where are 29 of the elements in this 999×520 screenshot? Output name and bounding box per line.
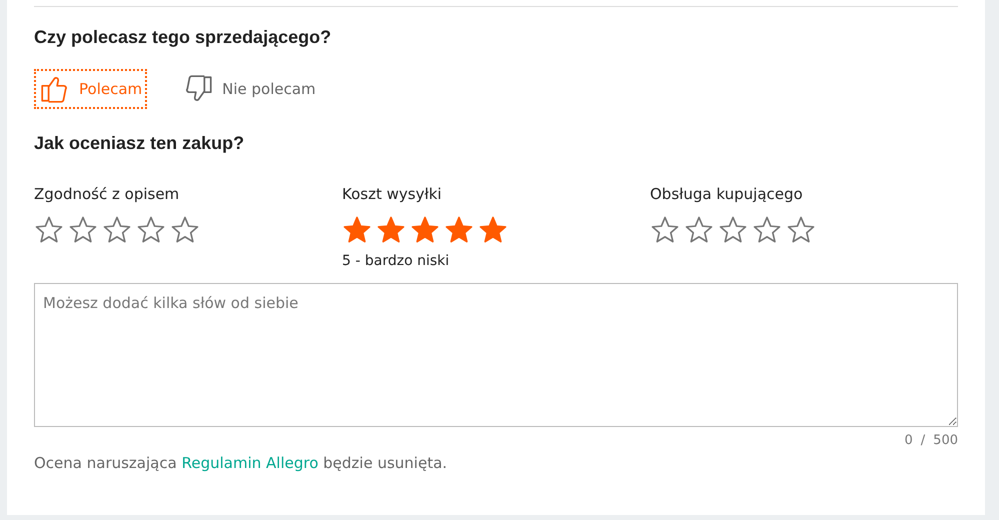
rating-caption: 5 - bardzo niski bbox=[342, 253, 450, 269]
star-icon[interactable] bbox=[102, 215, 132, 245]
criterion-label: Koszt wysyłki bbox=[342, 185, 443, 203]
star-icon[interactable] bbox=[478, 215, 508, 245]
section-heading: Jak oceniasz ten zakup? bbox=[34, 133, 246, 154]
star-icon[interactable] bbox=[786, 215, 816, 245]
terms-link[interactable]: Regulamin Allegro bbox=[182, 454, 318, 472]
star-icon[interactable] bbox=[684, 215, 714, 245]
character-limit: 500 bbox=[933, 433, 958, 448]
star-icon[interactable] bbox=[376, 215, 406, 245]
criterion-label: Zgodność z opisem bbox=[34, 185, 180, 203]
star-icon[interactable] bbox=[444, 215, 474, 245]
count-separator: / bbox=[920, 433, 926, 448]
star-icon[interactable] bbox=[718, 215, 748, 245]
character-count: 0 bbox=[904, 433, 913, 448]
star-icon[interactable] bbox=[752, 215, 782, 245]
comment-field[interactable]: Możesz dodać kilka słów od siebie bbox=[34, 283, 958, 427]
star-icon[interactable] bbox=[650, 215, 680, 245]
star-icon[interactable] bbox=[410, 215, 440, 245]
star-icon[interactable] bbox=[136, 215, 166, 245]
star-icon[interactable] bbox=[170, 215, 200, 245]
star-icon[interactable] bbox=[342, 215, 372, 245]
criterion-label: Obsługa kupującego bbox=[650, 185, 804, 203]
recommend-option[interactable]: Polecam bbox=[34, 69, 148, 109]
section-heading: Czy polecasz tego sprzedającego? bbox=[34, 27, 332, 48]
notice-text: Ocena naruszająca Regulamin Allegro będzie usunięta. bbox=[34, 454, 448, 472]
star-icon[interactable] bbox=[68, 215, 98, 245]
star-icon[interactable] bbox=[34, 215, 64, 245]
recommend-option[interactable]: Nie polecam bbox=[177, 69, 321, 109]
